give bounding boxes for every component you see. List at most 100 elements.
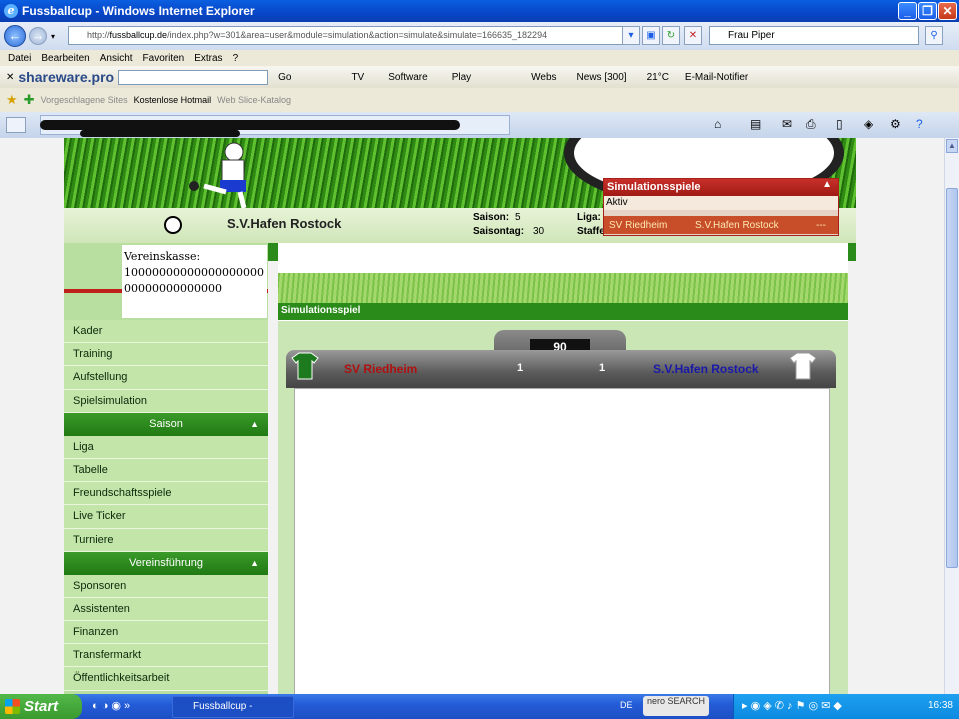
away-team: S.V.Hafen Rostock: [653, 362, 759, 376]
toolbar-news[interactable]: News [300]: [577, 72, 627, 83]
quicklaunch-icons[interactable]: ◐ ◑ ◉ »: [92, 699, 130, 712]
menu-item-ansicht[interactable]: Ansicht: [100, 53, 133, 64]
print-icon[interactable]: ⎙: [806, 117, 816, 132]
saison-value: 5: [515, 212, 521, 223]
window-title: Fussballcup - Windows Internet Explorer: [22, 4, 255, 18]
url-input[interactable]: http://fussballcup.de/index.php?w=301&ar…: [68, 26, 638, 45]
page-icon[interactable]: ▯: [836, 117, 843, 131]
search-button[interactable]: ⚲: [925, 26, 943, 45]
sidebar-item-transfermarkt[interactable]: Transfermarkt: [64, 644, 268, 668]
menu-item-help[interactable]: ?: [233, 53, 239, 64]
sidebar-item-spielsimulation[interactable]: Spielsimulation: [64, 389, 268, 413]
popup-home: SV Riedheim: [609, 220, 668, 231]
collapse-icon[interactable]: ▲: [822, 179, 832, 190]
sidebar-menu: Kader Training Aufstellung Spielsimulati…: [64, 320, 268, 691]
sidebar-item-finanzen[interactable]: Finanzen: [64, 621, 268, 645]
taskbar: Start ◐ ◑ ◉ » Fussballcup - Window... DE…: [0, 694, 959, 719]
toolbar-play[interactable]: Play: [452, 72, 471, 83]
toolbar-email-notifier[interactable]: E-Mail-Notifier: [685, 72, 748, 83]
sidebar-section-vereinsfuehrung[interactable]: Vereinsführung ▲: [64, 551, 268, 575]
fav-suggested-sites[interactable]: Vorgeschlagene Sites: [41, 95, 128, 105]
taskbar-item-ie[interactable]: Fussballcup - Window...: [172, 696, 294, 718]
back-button[interactable]: ←: [4, 25, 26, 47]
club-ball-icon: [164, 216, 182, 234]
url-dropdown-button[interactable]: ▾: [622, 26, 640, 45]
sidebar-item-live-ticker[interactable]: Live Ticker: [64, 505, 268, 529]
quick-tabs-icon[interactable]: [6, 117, 26, 133]
sidebar-item-assistenten[interactable]: Assistenten: [64, 597, 268, 622]
start-label: Start: [24, 698, 59, 715]
help-icon[interactable]: ?: [916, 117, 923, 131]
shareware-brand[interactable]: shareware.pro: [18, 69, 114, 85]
sidebar-item-aufstellung[interactable]: Aufstellung: [64, 366, 268, 390]
tools-gear-icon[interactable]: ⚙: [890, 117, 901, 131]
home-icon[interactable]: ⌂: [714, 117, 721, 131]
popup-away: S.V.Hafen Rostock: [695, 220, 779, 231]
section-header: Simulationsspiel: [278, 303, 848, 320]
menu-item-bearbeiten[interactable]: Bearbeiten: [41, 53, 89, 64]
menu-item-favoriten[interactable]: Favoriten: [143, 53, 185, 64]
popup-header[interactable]: Simulationsspiele ▲: [604, 179, 838, 196]
maximize-button[interactable]: ❐: [918, 2, 937, 20]
stop-icon[interactable]: ✕: [684, 26, 702, 45]
minimize-button[interactable]: _: [898, 2, 917, 20]
toolbar-tv[interactable]: TV: [351, 72, 364, 83]
add-favorite-icon[interactable]: ✚: [24, 92, 35, 108]
compat-view-icon[interactable]: ▣: [642, 26, 660, 45]
sidebar-item-tabelle[interactable]: Tabelle: [64, 458, 268, 483]
vertical-scrollbar[interactable]: ▲: [944, 138, 959, 694]
scribble-redaction: [40, 120, 460, 130]
forward-button[interactable]: →: [29, 27, 47, 45]
sidebar-item-freundschaftsspiele[interactable]: Freundschaftsspiele: [64, 482, 268, 506]
sidebar-item-kader[interactable]: Kader: [64, 320, 268, 344]
sidebar-item-oeffentlichkeitsarbeit[interactable]: Öffentlichkeitsarbeit: [64, 667, 268, 691]
url-domain: fussballcup.de: [109, 30, 168, 40]
ie-logo-icon: e: [4, 4, 18, 18]
liga-label: Liga:: [577, 212, 601, 223]
menu-item-datei[interactable]: Datei: [8, 53, 31, 64]
toolbar-weather[interactable]: 21°C: [647, 72, 669, 83]
refresh-icon[interactable]: ↻: [662, 26, 680, 45]
nero-search-box[interactable]: nero SEARCH: [643, 696, 709, 716]
scroll-thumb[interactable]: [946, 188, 958, 568]
simulation-panel: 90 SV Riedheim 1 1 S.V.Hafen Rostock: [278, 321, 848, 694]
language-indicator[interactable]: DE: [620, 700, 633, 710]
fav-web-slice[interactable]: Web Slice-Katalog: [217, 95, 291, 105]
url-prefix: http://: [87, 30, 110, 40]
collapse-icon: ▲: [250, 557, 259, 568]
favorites-bar: ★ ✚ Vorgeschlagene Sites Kostenlose Hotm…: [0, 88, 959, 112]
saison-label: Saison:: [473, 212, 510, 223]
mail-icon[interactable]: ✉: [782, 117, 792, 131]
shareware-search-input[interactable]: [118, 69, 269, 85]
tab-bar: ⌂ ▤ ✉ ⎙ ▯ ◈ ⚙ ?: [0, 112, 959, 138]
menu-bar: Datei Bearbeiten Ansicht Favoriten Extra…: [0, 50, 959, 66]
windows-logo-icon: [5, 699, 20, 714]
sidebar-item-training[interactable]: Training: [64, 343, 268, 367]
menu-item-extras[interactable]: Extras: [194, 53, 222, 64]
close-button[interactable]: ✕: [938, 2, 957, 20]
section-verein-label: Vereinsführung: [129, 556, 203, 569]
section-saison-label: Saison: [149, 417, 183, 430]
search-input[interactable]: Frau Piper: [709, 26, 919, 45]
home-shirt-icon: [291, 352, 319, 380]
toolbar-webs[interactable]: Webs: [531, 72, 556, 83]
shareware-go-button[interactable]: Go: [278, 72, 291, 83]
sidebar-section-saison[interactable]: Saison ▲: [64, 412, 268, 436]
toolbar-close-icon[interactable]: ✕: [6, 72, 14, 83]
scroll-up-icon[interactable]: ▲: [946, 139, 958, 153]
toolbar-software[interactable]: Software: [388, 72, 427, 83]
address-bar: ← → ▾ http://fussballcup.de/index.php?w=…: [0, 22, 959, 50]
tray-icons[interactable]: ▸ ◉ ◈ ✆ ♪ ⚑ ◎ ✉ ◆: [742, 699, 842, 712]
history-dropdown-icon[interactable]: ▾: [51, 32, 55, 41]
sidebar-item-sponsoren[interactable]: Sponsoren: [64, 574, 268, 598]
home-team: SV Riedheim: [344, 362, 418, 376]
popup-match-row[interactable]: SV Riedheim S.V.Hafen Rostock ---: [604, 216, 838, 234]
safety-icon[interactable]: ◈: [864, 117, 873, 131]
sidebar-item-turniere[interactable]: Turniere: [64, 528, 268, 552]
feeds-icon[interactable]: ▤: [750, 117, 761, 131]
fav-hotmail[interactable]: Kostenlose Hotmail: [134, 95, 212, 105]
favorites-star-icon[interactable]: ★: [6, 92, 18, 108]
start-button[interactable]: Start: [0, 694, 82, 719]
sidebar-item-liga[interactable]: Liga: [64, 435, 268, 459]
clock: 16:38: [927, 700, 953, 711]
